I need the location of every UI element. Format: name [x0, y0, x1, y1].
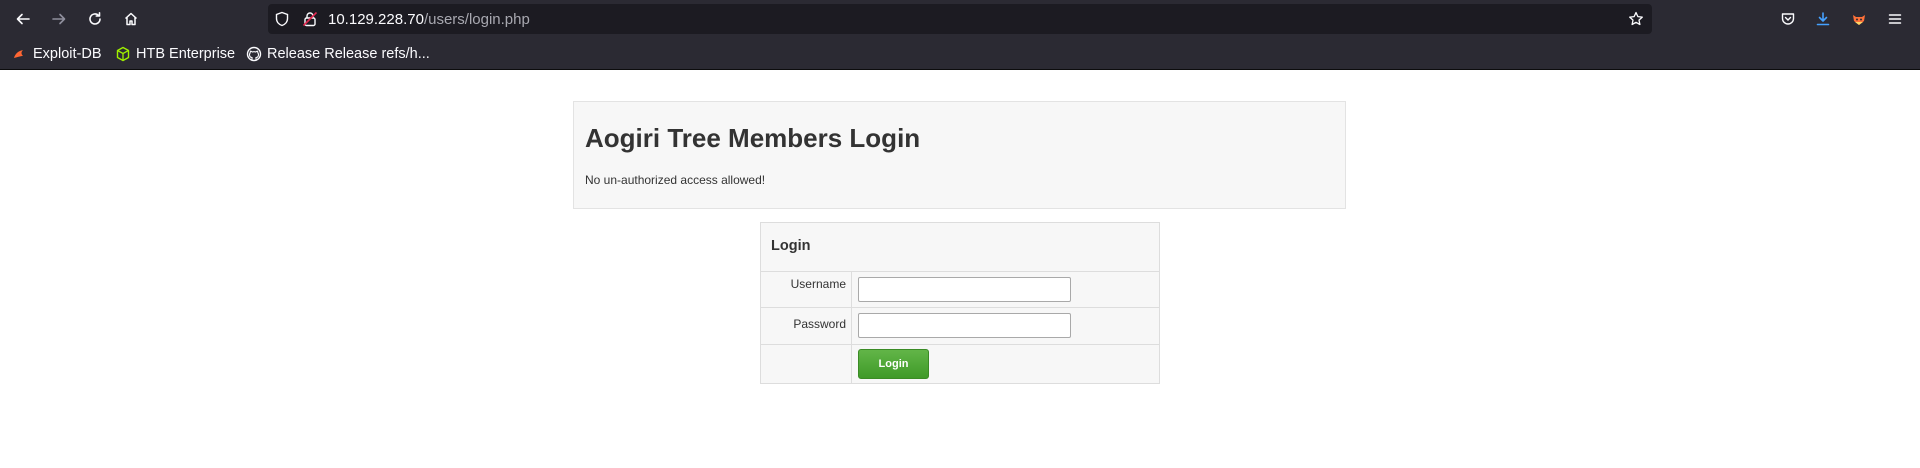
password-label: Password: [761, 308, 852, 344]
reload-button[interactable]: [81, 5, 109, 33]
exploit-db-icon: [12, 46, 28, 62]
url-path: /users/login.php: [423, 10, 530, 28]
page-subtitle: No un-authorized access allowed!: [585, 172, 766, 187]
login-button[interactable]: Login: [858, 349, 929, 379]
back-button[interactable]: [9, 5, 37, 33]
menu-hamburger-icon[interactable]: [1885, 9, 1905, 29]
browser-toolbar: 10.129.228.70/users/login.php: [0, 0, 1920, 38]
home-icon: [124, 12, 138, 26]
github-icon: [246, 46, 262, 62]
pocket-icon[interactable]: [1778, 9, 1798, 29]
username-input[interactable]: [858, 277, 1071, 302]
page-title: Aogiri Tree Members Login: [585, 123, 921, 153]
downloads-icon[interactable]: [1813, 9, 1833, 29]
username-row: Username: [761, 272, 1159, 308]
bookmark-exploit-db[interactable]: Exploit-DB: [12, 38, 102, 70]
url-text[interactable]: 10.129.228.70/users/login.php: [328, 11, 530, 28]
bookmark-label: Release Release refs/h...: [267, 46, 430, 62]
forward-button[interactable]: [45, 5, 73, 33]
page-header: Aogiri Tree Members Login No un-authoriz…: [573, 101, 1346, 209]
reload-icon: [89, 12, 101, 25]
url-host: 10.129.228.70: [328, 10, 424, 28]
submit-row: Login: [761, 345, 1159, 383]
htb-cube-icon: [115, 46, 131, 62]
bookmark-star-icon[interactable]: [1628, 11, 1644, 27]
tracking-protection-shield-icon[interactable]: [274, 11, 290, 27]
login-form: Login Username Password Login: [760, 222, 1160, 384]
bookmark-release[interactable]: Release Release refs/h...: [246, 38, 430, 70]
back-arrow-icon: [16, 13, 30, 25]
url-bar[interactable]: 10.129.228.70/users/login.php: [268, 4, 1652, 34]
foxyproxy-extension-icon[interactable]: [1849, 9, 1869, 29]
username-label: Username: [761, 272, 852, 307]
forward-arrow-icon: [52, 13, 66, 25]
bookmark-htb-enterprise[interactable]: HTB Enterprise: [115, 38, 235, 70]
login-heading: Login: [761, 223, 1159, 272]
bookmark-label: Exploit-DB: [33, 46, 102, 62]
insecure-lock-icon[interactable]: [302, 11, 318, 27]
home-button[interactable]: [117, 5, 145, 33]
password-row: Password: [761, 308, 1159, 345]
bookmark-label: HTB Enterprise: [136, 46, 236, 62]
empty-label-cell: [761, 345, 852, 383]
bookmarks-toolbar: Exploit-DB HTB Enterprise Release Releas…: [0, 38, 1920, 70]
password-input[interactable]: [858, 313, 1071, 338]
